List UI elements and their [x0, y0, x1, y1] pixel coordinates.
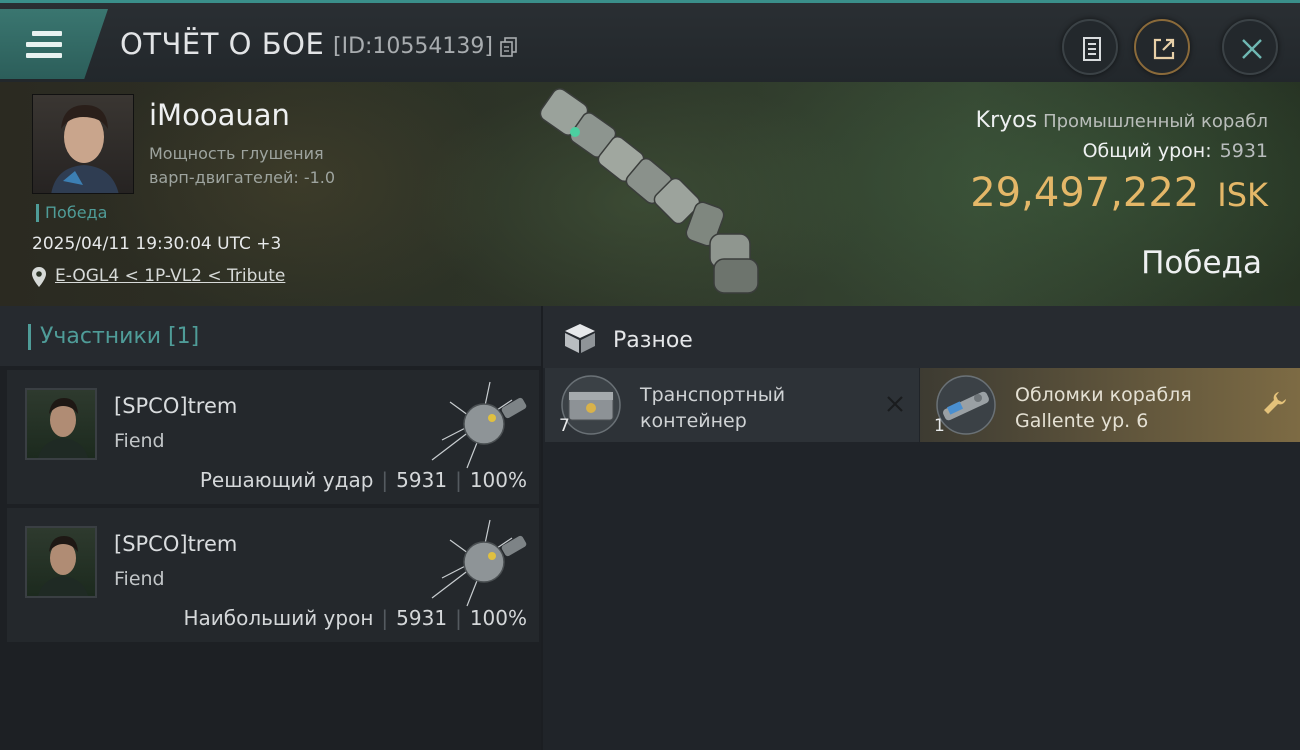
loot-quantity: 7	[559, 416, 570, 436]
participant-avatar[interactable]	[25, 388, 97, 460]
ship-name[interactable]: Kryos	[976, 108, 1037, 133]
close-icon	[1242, 39, 1262, 59]
menu-button[interactable]	[0, 9, 108, 79]
loot-name-line2: контейнер	[640, 410, 747, 432]
misc-panel: Разное 7 Транспортный контейнер 1 Обломк…	[543, 306, 1300, 750]
participant-ship-icon	[431, 519, 527, 607]
participants-header: Участники [1]	[0, 306, 541, 366]
notes-icon	[1083, 37, 1101, 61]
misc-title: Разное	[613, 328, 693, 353]
close-button[interactable]	[1222, 19, 1278, 75]
header-bar: ОТЧЁТ О БОЕ [ID:10554139]	[0, 0, 1300, 82]
wrench-icon[interactable]	[1262, 390, 1288, 416]
victim-stat: Мощность глушения варп-двигателей: -1.0	[149, 142, 379, 190]
loot-name-line1: Обломки корабля	[1015, 384, 1192, 406]
total-damage-value: 5931	[1219, 140, 1268, 162]
page-title: ОТЧЁТ О БОЕ	[120, 27, 325, 61]
participant-stats: Наибольший урон | 5931 | 100%	[183, 606, 527, 630]
loot-quantity: 1	[934, 416, 945, 436]
misc-header: Разное	[543, 306, 1300, 368]
participant-percent: 100%	[469, 606, 527, 630]
total-damage: Общий урон: 5931	[1083, 140, 1268, 162]
ship-class: Промышленный корабл	[1043, 111, 1268, 132]
share-icon	[1153, 38, 1175, 60]
loot-name: Обломки корабля Gallente ур. 6	[1015, 382, 1265, 434]
participant-role: Наибольший урон	[183, 606, 374, 630]
kill-summary-banner: iMooauan Мощность глушения варп-двигател…	[0, 82, 1300, 306]
total-damage-label: Общий урон:	[1082, 140, 1212, 162]
copy-icon[interactable]	[500, 37, 518, 57]
participant-card[interactable]: [SPCO]trem Fiend Решающий удар | 5931 | 100%	[7, 370, 539, 504]
battle-result: Победа	[1141, 245, 1262, 281]
participant-damage: 5931	[396, 606, 448, 630]
kill-location-link[interactable]: E-OGL4 < 1P-VL2 < Tribute	[55, 266, 285, 286]
header-accent-bar	[28, 324, 31, 350]
location-pin-icon	[32, 267, 46, 287]
victim-stat-line1: Мощность глушения	[149, 144, 324, 163]
loot-name-line2: Gallente ур. 6	[1015, 410, 1149, 432]
isk-value-display: 29,497,222 ISK	[970, 170, 1268, 216]
isk-unit: ISK	[1217, 176, 1268, 214]
isk-value: 29,497,222	[970, 170, 1200, 216]
share-button[interactable]	[1134, 19, 1190, 75]
report-id: [ID:10554139]	[333, 34, 493, 59]
participant-name[interactable]: [SPCO]trem	[114, 394, 237, 418]
participant-avatar[interactable]	[25, 526, 97, 598]
participant-damage: 5931	[396, 468, 448, 492]
victim-stat-line2: варп-двигателей: -1.0	[149, 168, 336, 187]
status-tag: Победа	[36, 204, 107, 222]
participants-panel: Участники [1] [SPCO]trem Fiend Решающий …	[0, 306, 541, 750]
participant-stats: Решающий удар | 5931 | 100%	[199, 468, 527, 492]
kill-datetime: 2025/04/11 19:30:04 UTC +3	[32, 234, 282, 254]
participant-percent: 100%	[469, 468, 527, 492]
participant-name[interactable]: [SPCO]trem	[114, 532, 237, 556]
menu-icon	[26, 31, 62, 59]
victim-portrait[interactable]	[32, 94, 134, 194]
loot-name-line1: Транспортный	[640, 384, 786, 406]
cube-icon	[565, 324, 595, 353]
participants-title: Участники [1]	[40, 324, 200, 349]
loot-name: Транспортный контейнер	[640, 382, 870, 434]
participant-ship: Fiend	[114, 430, 165, 452]
ship-title: Kryos Промышленный корабл	[976, 108, 1268, 133]
notes-button[interactable]	[1062, 19, 1118, 75]
participant-role: Решающий удар	[199, 468, 374, 492]
victim-name[interactable]: iMooauan	[149, 98, 290, 132]
ship-image	[539, 88, 759, 294]
loot-item[interactable]: 7 Транспортный контейнер	[545, 368, 919, 442]
close-icon[interactable]	[885, 394, 905, 414]
participant-card[interactable]: [SPCO]trem Fiend Наибольший урон | 5931 | 10…	[7, 508, 539, 642]
loot-item[interactable]: 1 Обломки корабля Gallente ур. 6	[920, 368, 1300, 442]
participant-ship: Fiend	[114, 568, 165, 590]
participant-ship-icon	[431, 381, 527, 469]
